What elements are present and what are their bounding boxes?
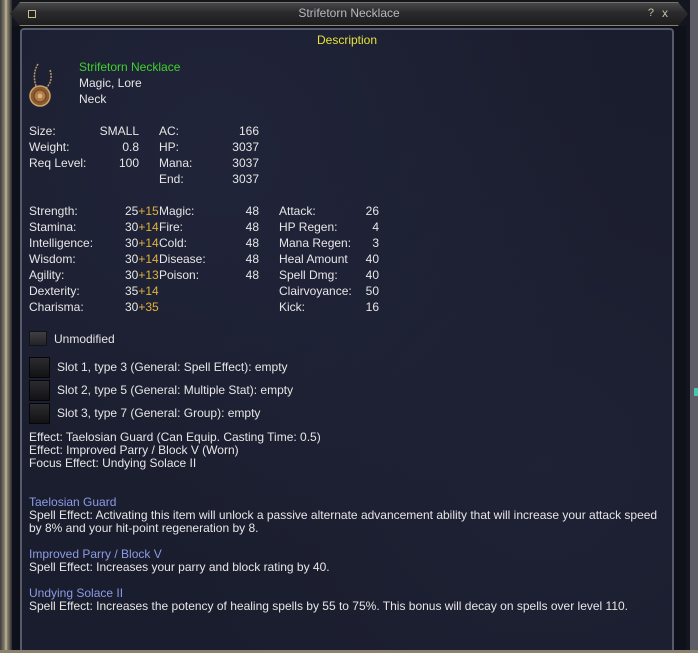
attribute-label: Dexterity: bbox=[29, 284, 80, 298]
attribute-base: 30 bbox=[125, 300, 139, 314]
resist-value: 48 bbox=[245, 236, 259, 250]
mod-label: Spell Dmg: bbox=[279, 268, 338, 282]
attribute-base: 25 bbox=[125, 204, 139, 218]
vital-label: AC: bbox=[159, 124, 180, 138]
attribute-label: Strength: bbox=[29, 204, 78, 218]
vital-value: 166 bbox=[238, 124, 259, 138]
stat-label: Weight: bbox=[29, 140, 70, 154]
attribute-value: 30+14 bbox=[125, 251, 159, 267]
unmodified-checkbox[interactable] bbox=[29, 331, 47, 346]
focus-effect-line: Focus Effect: Undying Solace II bbox=[29, 456, 197, 470]
item-display-window: Strifetorn Necklace ? x Description Stri… bbox=[0, 0, 698, 653]
vital-value: 3037 bbox=[232, 140, 259, 154]
resist-label: Magic: bbox=[159, 204, 195, 218]
vital-label: End: bbox=[159, 172, 184, 186]
item-flags: Magic, Lore bbox=[79, 76, 142, 90]
attribute-label: Wisdom: bbox=[29, 252, 76, 266]
item-slot: Neck bbox=[79, 92, 107, 106]
augment-slot-3[interactable] bbox=[29, 403, 50, 424]
resist-value: 48 bbox=[245, 204, 259, 218]
attribute-value: 30+35 bbox=[125, 299, 159, 315]
attribute-bonus: +15 bbox=[138, 204, 159, 218]
resist-value: 48 bbox=[245, 252, 259, 266]
augment-slot-label: Slot 3, type 7 (General: Group): empty bbox=[57, 406, 261, 420]
attribute-bonus: +13 bbox=[138, 268, 159, 282]
attribute-value: 25+15 bbox=[125, 203, 159, 219]
spell-description: by 8% and your hit-point regeneration by… bbox=[29, 521, 259, 535]
title-bar[interactable]: Strifetorn Necklace ? x bbox=[10, 2, 688, 26]
stat-label: Size: bbox=[29, 124, 56, 138]
close-button[interactable]: x bbox=[662, 6, 668, 20]
background-marker bbox=[694, 388, 698, 396]
attribute-label: Agility: bbox=[29, 268, 65, 282]
resist-label: Fire: bbox=[159, 220, 183, 234]
necklace-icon bbox=[29, 63, 52, 107]
resist-label: Poison: bbox=[159, 268, 200, 282]
resist-value: 48 bbox=[245, 220, 259, 234]
mod-value: 50 bbox=[365, 284, 379, 298]
mod-label: Heal Amount bbox=[279, 252, 348, 266]
attribute-bonus: +14 bbox=[138, 220, 159, 234]
unmodified-label: Unmodified bbox=[54, 332, 115, 346]
attribute-base: 30 bbox=[125, 268, 139, 282]
attribute-value: 30+13 bbox=[125, 267, 159, 283]
vital-label: Mana: bbox=[159, 156, 193, 170]
mod-label: Kick: bbox=[279, 300, 306, 314]
augment-slot-label: Slot 1, type 3 (General: Spell Effect): … bbox=[57, 360, 288, 374]
attribute-value: 30+14 bbox=[125, 235, 159, 251]
mod-value: 26 bbox=[365, 204, 379, 218]
help-button[interactable]: ? bbox=[648, 7, 654, 19]
mod-label: Attack: bbox=[279, 204, 316, 218]
attribute-base: 30 bbox=[125, 252, 139, 266]
mod-value: 16 bbox=[365, 300, 379, 314]
attribute-bonus: +14 bbox=[138, 236, 159, 250]
attribute-bonus: +14 bbox=[138, 252, 159, 266]
spell-description: Spell Effect: Increases the potency of h… bbox=[29, 599, 629, 613]
stat-label: Req Level: bbox=[29, 156, 87, 170]
stat-value: 0.8 bbox=[122, 140, 139, 154]
attribute-value: 35+14 bbox=[125, 283, 159, 299]
augment-slot-label: Slot 2, type 5 (General: Multiple Stat):… bbox=[57, 383, 294, 397]
attribute-base: 30 bbox=[125, 220, 139, 234]
attribute-label: Stamina: bbox=[29, 220, 77, 234]
mod-label: HP Regen: bbox=[279, 220, 338, 234]
item-name: Strifetorn Necklace bbox=[79, 60, 181, 74]
mod-value: 3 bbox=[372, 236, 379, 250]
vital-value: 3037 bbox=[232, 156, 259, 170]
window-frame-left bbox=[0, 0, 12, 653]
stat-value: SMALL bbox=[99, 124, 139, 138]
attribute-bonus: +14 bbox=[138, 284, 159, 298]
section-title: Description bbox=[316, 33, 378, 47]
mod-value: 4 bbox=[372, 220, 379, 234]
attribute-base: 30 bbox=[125, 236, 139, 250]
attribute-base: 35 bbox=[125, 284, 139, 298]
mod-value: 40 bbox=[365, 252, 379, 266]
stat-value: 100 bbox=[118, 156, 139, 170]
mod-value: 40 bbox=[365, 268, 379, 282]
vital-label: HP: bbox=[159, 140, 180, 154]
resist-label: Cold: bbox=[159, 236, 188, 250]
window-title: Strifetorn Necklace bbox=[298, 6, 400, 20]
attribute-value: 30+14 bbox=[125, 219, 159, 235]
attribute-label: Charisma: bbox=[29, 300, 84, 314]
augment-slot-1[interactable] bbox=[29, 357, 50, 378]
attribute-bonus: +35 bbox=[138, 300, 159, 314]
vital-value: 3037 bbox=[232, 172, 259, 186]
resist-value: 48 bbox=[245, 268, 259, 282]
resist-label: Disease: bbox=[159, 252, 206, 266]
attribute-label: Intelligence: bbox=[29, 236, 94, 250]
augment-slot-2[interactable] bbox=[29, 380, 50, 401]
spell-description: Spell Effect: Increases your parry and b… bbox=[29, 560, 330, 574]
background-strip bbox=[690, 0, 698, 653]
